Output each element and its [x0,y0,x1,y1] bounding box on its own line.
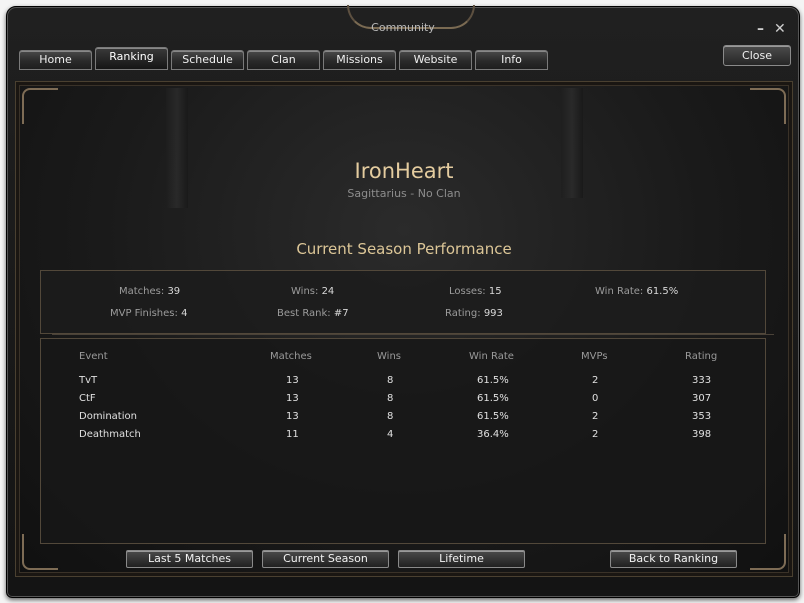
header-win-rate: Win Rate [469,351,514,362]
tab-website[interactable]: Website [399,50,472,70]
section-title: Current Season Performance [296,240,512,258]
back-to-ranking-button[interactable]: Back to Ranking [610,550,737,568]
ranking-panel: IronHeart Sagittarius - No Clan Current … [15,81,793,577]
header-rating: Rating [685,351,718,362]
player-name: IronHeart [354,159,454,183]
minimize-icon[interactable]: – [757,21,764,37]
window-title: Community [371,21,435,34]
row-wins: 8 [387,375,394,386]
row-matches: 11 [286,429,299,440]
header-event: Event [79,351,108,362]
row-event: Deathmatch [79,429,141,440]
row-mvps: 2 [592,429,599,440]
row-rating: 333 [692,375,712,386]
row-mvps: 0 [592,393,599,404]
community-window: Community – ✕ Home Ranking Schedule Clan… [6,5,800,598]
event-table: Event Matches Wins Win Rate MVPs Rating … [40,338,766,544]
row-event: Domination [79,411,137,422]
row-rating: 353 [692,411,712,422]
player-subtitle: Sagittarius - No Clan [347,187,461,200]
stat-win-rate: Win Rate: 61.5% [595,286,679,297]
close-button[interactable]: Close [723,45,791,66]
tab-clan[interactable]: Clan [247,50,320,70]
row-event: TvT [79,375,98,386]
header-matches: Matches [270,351,312,362]
row-matches: 13 [286,411,299,422]
corner-ornament-top-right [750,88,786,124]
section-divider [52,334,774,335]
lifetime-button[interactable]: Lifetime [398,550,525,568]
stat-matches: Matches: 39 [119,286,181,297]
tab-home[interactable]: Home [19,50,92,70]
close-icon[interactable]: ✕ [774,21,786,37]
row-win-rate: 36.4% [477,429,509,440]
corner-ornament-top-left [22,88,58,124]
row-rating: 398 [692,429,712,440]
tab-ranking[interactable]: Ranking [95,47,168,70]
stat-wins: Wins: 24 [291,286,335,297]
season-summary: Matches: 39 Wins: 24 Losses: 15 Win Rate… [40,270,766,334]
row-matches: 13 [286,393,299,404]
tab-info[interactable]: Info [475,50,548,70]
stat-rating: Rating: 993 [445,308,503,319]
row-rating: 307 [692,393,712,404]
row-mvps: 2 [592,411,599,422]
header-wins: Wins [377,351,401,362]
tab-missions[interactable]: Missions [323,50,396,70]
row-mvps: 2 [592,375,599,386]
last-5-matches-button[interactable]: Last 5 Matches [126,550,253,568]
row-win-rate: 61.5% [477,411,509,422]
stat-mvp-finishes: MVP Finishes: 4 [110,308,188,319]
row-matches: 13 [286,375,299,386]
row-wins: 8 [387,411,394,422]
row-wins: 4 [387,429,394,440]
row-event: CtF [79,393,96,404]
row-win-rate: 61.5% [477,393,509,404]
current-season-button[interactable]: Current Season [262,550,389,568]
row-wins: 8 [387,393,394,404]
row-win-rate: 61.5% [477,375,509,386]
header-mvps: MVPs [581,351,608,362]
stat-best-rank: Best Rank: #7 [277,308,349,319]
tab-schedule[interactable]: Schedule [171,50,244,70]
stat-losses: Losses: 15 [449,286,502,297]
